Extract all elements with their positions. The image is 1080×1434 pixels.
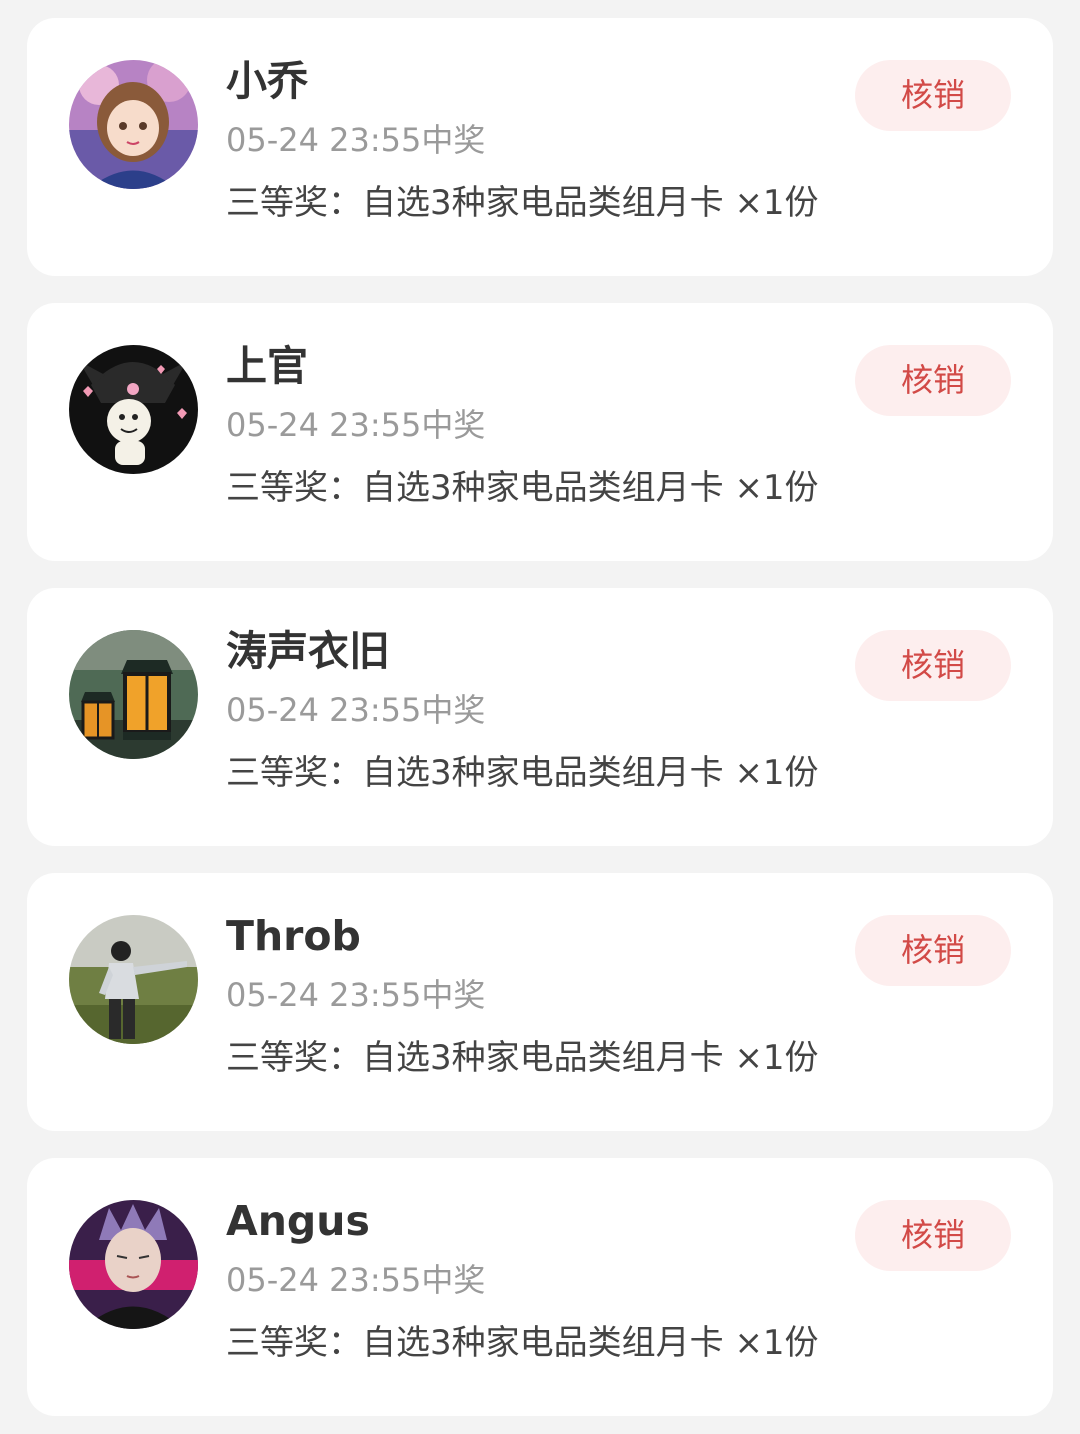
verify-button[interactable]: 核销: [855, 345, 1011, 416]
win-time: 05-24 23:55中奖: [226, 691, 486, 729]
win-time: 05-24 23:55中奖: [226, 121, 486, 159]
winner-name: 上官: [226, 342, 308, 390]
verify-button[interactable]: 核销: [855, 60, 1011, 131]
anime-girl-avatar-icon: [69, 60, 198, 189]
winner-card: 上官 05-24 23:55中奖 三等奖：自选3种家电品类组月卡 ×1份 核销: [27, 303, 1053, 561]
kuromi-avatar-icon: [69, 345, 198, 474]
verify-button[interactable]: 核销: [855, 915, 1011, 986]
lantern-avatar-icon: [69, 630, 198, 759]
winner-card: 涛声衣旧 05-24 23:55中奖 三等奖：自选3种家电品类组月卡 ×1份 核…: [27, 588, 1053, 846]
winner-card: 小乔 05-24 23:55中奖 三等奖：自选3种家电品类组月卡 ×1份 核销: [27, 18, 1053, 276]
winner-card: Angus 05-24 23:55中奖 三等奖：自选3种家电品类组月卡 ×1份 …: [27, 1158, 1053, 1416]
winner-card: Throb 05-24 23:55中奖 三等奖：自选3种家电品类组月卡 ×1份 …: [27, 873, 1053, 1131]
winner-name: 涛声衣旧: [226, 627, 390, 675]
winner-list: 小乔 05-24 23:55中奖 三等奖：自选3种家电品类组月卡 ×1份 核销: [0, 0, 1080, 1434]
anime-man-avatar-icon: [69, 1200, 198, 1329]
winner-name: 小乔: [226, 57, 308, 105]
verify-button[interactable]: 核销: [855, 1200, 1011, 1271]
winner-name: Throb: [226, 912, 361, 960]
prize-description: 三等奖：自选3种家电品类组月卡 ×1份: [226, 183, 819, 223]
win-time: 05-24 23:55中奖: [226, 406, 486, 444]
verify-button[interactable]: 核销: [855, 630, 1011, 701]
winner-name: Angus: [226, 1197, 370, 1245]
win-time: 05-24 23:55中奖: [226, 1261, 486, 1299]
prize-description: 三等奖：自选3种家电品类组月卡 ×1份: [226, 1323, 819, 1363]
prize-description: 三等奖：自选3种家电品类组月卡 ×1份: [226, 753, 819, 793]
win-time: 05-24 23:55中奖: [226, 976, 486, 1014]
person-in-field-avatar-icon: [69, 915, 198, 1044]
prize-description: 三等奖：自选3种家电品类组月卡 ×1份: [226, 468, 819, 508]
prize-description: 三等奖：自选3种家电品类组月卡 ×1份: [226, 1038, 819, 1078]
